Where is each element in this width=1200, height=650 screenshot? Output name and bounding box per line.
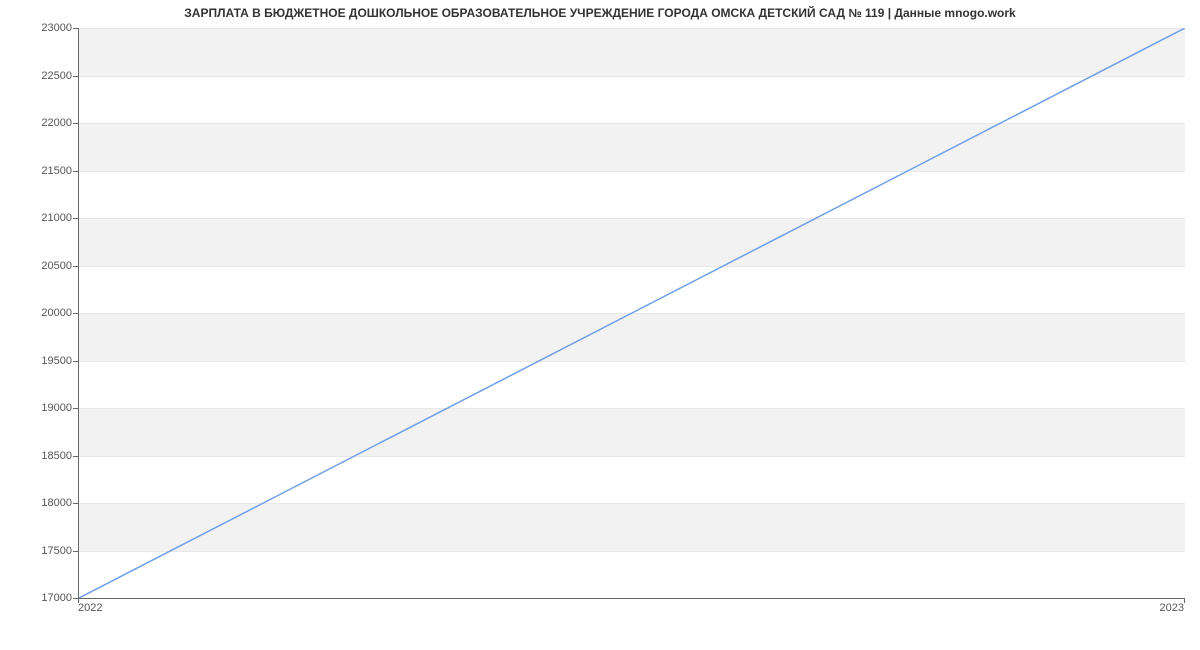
y-tick-label: 21500 (12, 165, 72, 177)
y-tick-label: 19500 (12, 355, 72, 367)
y-tick-label: 20000 (12, 307, 72, 319)
y-tick-label: 22000 (12, 117, 72, 129)
y-tick-mark (73, 551, 78, 552)
chart-container: ЗАРПЛАТА В БЮДЖЕТНОЕ ДОШКОЛЬНОЕ ОБРАЗОВА… (0, 0, 1200, 650)
y-tick-label: 17500 (12, 545, 72, 557)
plot-area (78, 28, 1185, 599)
x-tick-mark (1184, 598, 1185, 603)
y-tick-mark (73, 171, 78, 172)
y-tick-mark (73, 28, 78, 29)
x-tick-mark (78, 598, 79, 603)
y-tick-mark (73, 123, 78, 124)
y-tick-label: 18000 (12, 497, 72, 509)
y-tick-mark (73, 456, 78, 457)
series-line (79, 28, 1185, 598)
y-tick-label: 18500 (12, 450, 72, 462)
line-layer (79, 28, 1185, 598)
y-tick-mark (73, 408, 78, 409)
x-tick-label: 2023 (1160, 602, 1184, 614)
y-tick-mark (73, 503, 78, 504)
y-tick-label: 21000 (12, 212, 72, 224)
y-tick-mark (73, 76, 78, 77)
y-tick-label: 19000 (12, 402, 72, 414)
x-tick-label: 2022 (78, 602, 102, 614)
y-tick-mark (73, 218, 78, 219)
y-tick-mark (73, 361, 78, 362)
y-tick-label: 23000 (12, 22, 72, 34)
y-tick-mark (73, 313, 78, 314)
y-tick-mark (73, 266, 78, 267)
chart-title: ЗАРПЛАТА В БЮДЖЕТНОЕ ДОШКОЛЬНОЕ ОБРАЗОВА… (0, 6, 1200, 20)
gridline (79, 598, 1185, 599)
y-tick-label: 20500 (12, 260, 72, 272)
y-tick-label: 22500 (12, 70, 72, 82)
y-tick-label: 17000 (12, 592, 72, 604)
